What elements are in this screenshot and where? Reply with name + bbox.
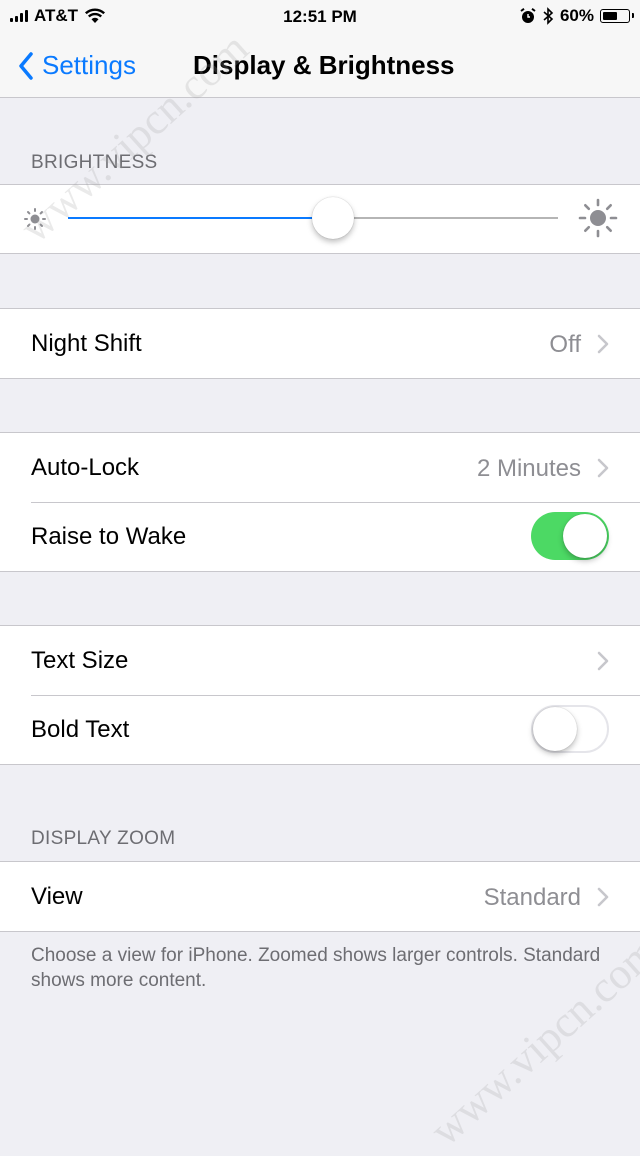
night-shift-value: Off [549, 331, 581, 358]
chevron-right-icon [597, 887, 609, 907]
view-label: View [31, 883, 83, 910]
display-zoom-footer: Choose a view for iPhone. Zoomed shows l… [31, 945, 601, 991]
bold-text-toggle[interactable] [531, 705, 609, 753]
brightness-group [0, 184, 640, 254]
chevron-right-icon [597, 651, 609, 671]
battery-percent: 60% [559, 6, 594, 25]
auto-lock-label: Auto-Lock [31, 454, 140, 481]
page-title: Display & Brightness [193, 50, 455, 80]
text-group: Text Size Bold Text [0, 625, 640, 765]
raise-to-wake-label: Raise to Wake [31, 523, 187, 550]
battery-icon [600, 9, 634, 23]
bluetooth-icon [543, 7, 554, 25]
bold-text-label: Bold Text [31, 716, 130, 743]
night-shift-row[interactable]: Night Shift Off [0, 309, 640, 378]
chevron-right-icon [597, 458, 609, 478]
brightness-slider-fill [68, 217, 333, 219]
back-label: Settings [42, 50, 136, 80]
back-button[interactable]: Settings [18, 50, 136, 81]
view-row[interactable]: View Standard [0, 862, 640, 931]
display-zoom-header: DISPLAY ZOOM [31, 828, 176, 849]
auto-lock-row[interactable]: Auto-Lock 2 Minutes [0, 433, 640, 502]
chevron-right-icon [597, 334, 609, 354]
toggle-knob [533, 707, 577, 751]
text-size-row[interactable]: Text Size [0, 626, 640, 695]
brightness-low-icon [24, 208, 46, 230]
raise-to-wake-row: Raise to Wake [0, 502, 640, 571]
auto-lock-value: 2 Minutes [476, 455, 581, 482]
alarm-icon [520, 8, 536, 23]
raise-to-wake-toggle[interactable] [531, 512, 609, 560]
night-shift-label: Night Shift [31, 330, 142, 357]
status-right: 60% [520, 6, 634, 26]
bold-text-row: Bold Text [0, 695, 640, 764]
chevron-left-icon [19, 51, 33, 80]
night-shift-group: Night Shift Off [0, 308, 640, 379]
brightness-slider-thumb[interactable] [311, 197, 354, 239]
view-value: Standard [483, 884, 581, 911]
text-size-label: Text Size [31, 647, 129, 674]
toggle-knob [563, 514, 607, 558]
status-bar: AT&T 12:51 PM 60% [0, 0, 640, 34]
brightness-cell [0, 185, 640, 253]
lock-group: Auto-Lock 2 Minutes Raise to Wake [0, 432, 640, 572]
brightness-high-icon [578, 198, 618, 238]
brightness-header: BRIGHTNESS [31, 152, 158, 173]
zoom-group: View Standard [0, 861, 640, 932]
navigation-bar: Settings Display & Brightness [0, 34, 640, 98]
